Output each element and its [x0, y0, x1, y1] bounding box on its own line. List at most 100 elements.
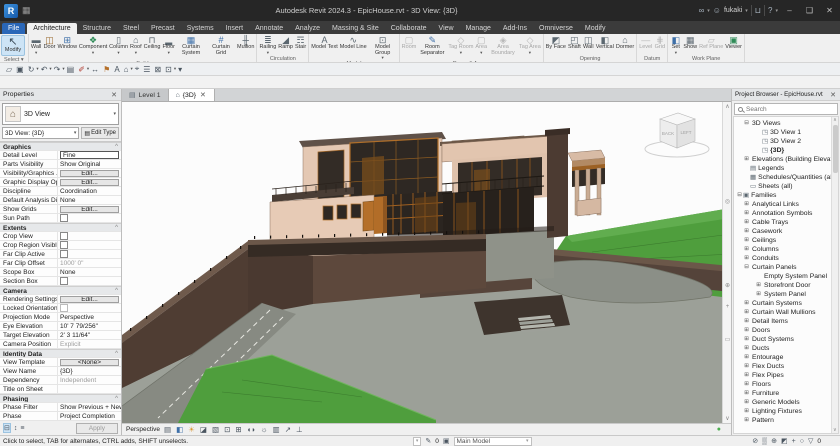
tree-expander-icon[interactable] — [743, 353, 750, 362]
property-row[interactable]: Section Box — [0, 277, 121, 286]
ribbon-button[interactable]: ◰ Shaft — [567, 35, 582, 55]
tree-item[interactable]: Curtain Panels — [734, 263, 838, 272]
property-row[interactable]: Locked Orientation — [0, 304, 121, 313]
property-row[interactable]: Camera — [0, 286, 121, 295]
tree-expander-icon[interactable] — [743, 362, 750, 371]
tree-expander-icon[interactable] — [743, 218, 750, 227]
property-row[interactable]: Parts Visibility Show Original — [0, 160, 121, 169]
select-by-face-icon[interactable]: ◩ — [781, 437, 788, 445]
ribbon-button[interactable]: ◫ Door — [43, 35, 57, 55]
design-option-icon[interactable]: ▣ — [443, 437, 450, 445]
status-indicator-icon[interactable]: ● — [717, 426, 721, 433]
search-caret[interactable]: ▾ — [707, 8, 710, 14]
ribbon-button[interactable]: ◫ Wall — [582, 35, 595, 55]
help-icon[interactable]: ? — [768, 6, 772, 15]
tree-item[interactable]: Lighting Fixtures — [734, 407, 838, 416]
filter-icon[interactable]: ▽ — [808, 437, 813, 445]
tree-expander-icon[interactable] — [743, 389, 750, 398]
scroll-down-icon[interactable]: ∨ — [723, 415, 731, 422]
tree-expander-icon[interactable] — [743, 209, 750, 218]
tree-expander-icon[interactable] — [743, 227, 750, 236]
drag-on-selection-icon[interactable]: + — [792, 438, 796, 445]
tree-expander-icon[interactable] — [743, 371, 750, 380]
tree-expander-icon[interactable] — [743, 119, 750, 128]
property-value[interactable]: Independent — [58, 376, 121, 384]
ribbon-button[interactable]: ⊓ Ceiling — [143, 35, 162, 55]
property-row[interactable]: Phasing — [0, 394, 121, 403]
property-row[interactable]: Dependency Independent — [0, 376, 121, 385]
property-row[interactable]: Crop View — [0, 232, 121, 241]
tree-item[interactable]: Elevations (Building Elevation) — [734, 155, 838, 164]
viewcube[interactable]: BACK LEFT — [639, 106, 715, 162]
ribbon-tab[interactable]: Steel — [117, 23, 145, 34]
qat-button[interactable]: ▤ — [65, 65, 77, 74]
ribbon-tab[interactable]: File — [2, 23, 25, 34]
browser-search[interactable] — [734, 103, 838, 115]
property-value[interactable] — [58, 277, 121, 285]
scroll-up-icon[interactable]: ∧ — [833, 117, 837, 123]
sort-ascending-icon[interactable]: ↕ — [14, 425, 18, 432]
property-row[interactable]: Far Clip Offset 1000' 0" — [0, 259, 121, 268]
pan-icon[interactable]: + — [723, 304, 731, 310]
temporary-view-properties-icon[interactable]: ▥ — [273, 425, 280, 435]
ribbon-button[interactable]: ⊡ Model Group — [368, 35, 398, 60]
qat-button[interactable]: ⊠ — [152, 65, 163, 74]
reveal-constraints-icon[interactable]: ⊥ — [296, 425, 303, 435]
property-row[interactable]: Default Analysis Dis... None — [0, 196, 121, 205]
ribbon-button[interactable]: ❖ Component — [78, 35, 108, 55]
ribbon-button[interactable]: ▦ Curtain System — [176, 35, 206, 60]
qat-button[interactable]: ⌖ — [133, 64, 142, 74]
ribbon-button[interactable]: ▂ Floor — [161, 35, 176, 55]
tree-expander-icon[interactable] — [743, 236, 750, 245]
tree-item[interactable]: Doors — [734, 326, 838, 335]
rendering-dialog-icon[interactable]: ▧ — [212, 425, 219, 435]
qat-button[interactable]: ↷ — [52, 65, 65, 74]
properties-filter-icon[interactable]: ⊟ — [3, 423, 11, 433]
tree-expander-icon[interactable] — [755, 281, 762, 290]
property-value[interactable] — [58, 232, 121, 240]
show-crop-icon[interactable]: ⊞ — [235, 425, 241, 435]
tree-expander-icon[interactable] — [743, 317, 750, 326]
tree-expander-icon[interactable] — [743, 407, 750, 416]
property-value[interactable]: Fine — [60, 151, 119, 159]
tree-expander-icon[interactable] — [743, 308, 750, 317]
tree-item[interactable]: Duct Systems — [734, 335, 838, 344]
select-underlay-icon[interactable]: ▒ — [762, 438, 767, 445]
tree-expander-icon[interactable] — [743, 245, 750, 254]
ribbon-button[interactable]: ≣ Railing — [258, 35, 277, 55]
property-value[interactable] — [58, 385, 121, 393]
ribbon-tab[interactable]: Annotate — [249, 23, 289, 34]
tree-expander-icon[interactable] — [743, 344, 750, 353]
ribbon-tab[interactable]: Architecture — [27, 23, 76, 34]
ribbon-tab[interactable]: Massing & Site — [326, 23, 385, 34]
property-value[interactable]: Perspective — [58, 313, 121, 321]
tree-item[interactable]: Furniture — [734, 389, 838, 398]
search-input[interactable] — [746, 106, 834, 113]
tree-item[interactable]: Curtain Systems — [734, 299, 838, 308]
tree-item[interactable]: Flex Ducts — [734, 362, 838, 371]
background-processes-icon[interactable]: ○ — [800, 438, 804, 445]
workset-pencil-icon[interactable]: ✎ — [425, 437, 431, 445]
qat-button[interactable]: ▾ — [176, 65, 184, 74]
scroll-down-icon[interactable]: ∨ — [833, 427, 837, 433]
tree-item[interactable]: ▤ Legends — [734, 164, 838, 173]
property-value[interactable]: Project Completion — [58, 412, 121, 420]
tree-item[interactable]: ◳ 3D View 1 — [734, 128, 838, 137]
tree-item[interactable]: Empty System Panel — [734, 272, 838, 281]
property-value[interactable]: None — [58, 196, 121, 204]
property-row[interactable]: Graphic Display Opt... Edit... — [0, 178, 121, 187]
crop-view-icon[interactable]: ⊡ — [224, 425, 230, 435]
tree-expander-icon[interactable] — [743, 398, 750, 407]
tree-item[interactable]: Columns — [734, 245, 838, 254]
qat-button[interactable]: ↶ — [39, 65, 52, 74]
property-value[interactable]: Show Original — [58, 160, 121, 168]
minimize-button[interactable]: – — [781, 6, 798, 15]
property-row[interactable]: Graphics — [0, 142, 121, 151]
ribbon-button[interactable]: ◧ Vertical — [595, 35, 615, 55]
browser-scrollbar[interactable]: ∧ ∨ — [831, 117, 838, 433]
tree-item[interactable]: ▦ Schedules/Quantities (all) — [734, 173, 838, 182]
property-value[interactable]: 1000' 0" — [58, 259, 121, 267]
property-value[interactable]: Show Previous + New — [58, 403, 121, 411]
temporary-hide-isolate-icon[interactable]: ◖◗ — [247, 425, 256, 435]
tree-item[interactable]: Ceilings — [734, 236, 838, 245]
